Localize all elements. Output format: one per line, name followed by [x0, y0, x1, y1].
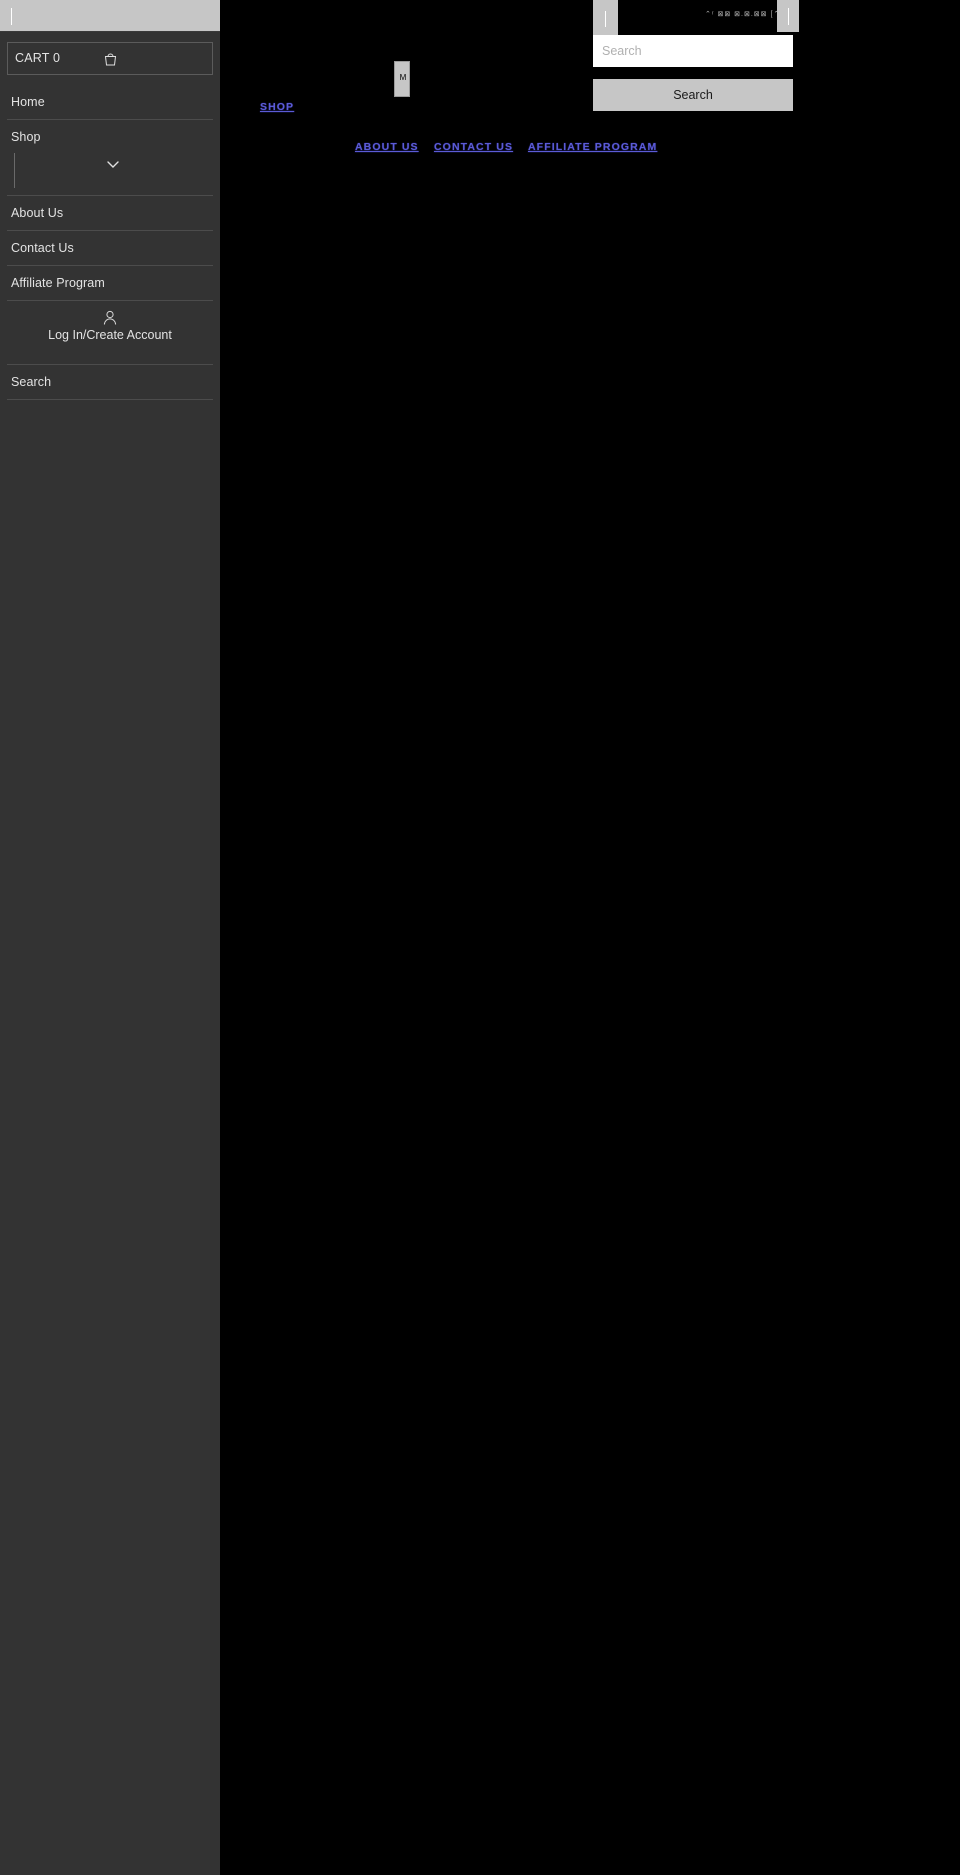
page-content: M SHOP ABOUT US CONTACT US AFFILIATE PRO…	[220, 0, 960, 1875]
cart-label: CART 0	[15, 51, 61, 65]
search-overlay-right-tab[interactable]	[777, 0, 799, 32]
sidebar-item-label: About Us	[11, 206, 64, 220]
sidebar-item-label: Shop	[11, 130, 41, 144]
text-cursor-icon	[605, 11, 606, 27]
page-link-affiliate-program[interactable]: AFFILIATE PROGRAM	[528, 141, 657, 153]
user-icon	[101, 309, 119, 327]
cart-button[interactable]: CART 0	[7, 42, 213, 75]
sidebar-item-label: Affiliate Program	[11, 276, 105, 290]
sidebar-item-label: Contact Us	[11, 241, 74, 255]
offcanvas-sidebar: CART 0 Home Shop About Us Contact Us Aff…	[0, 0, 220, 1875]
page-link-shop[interactable]: SHOP	[260, 101, 294, 113]
screen: CART 0 Home Shop About Us Contact Us Aff…	[0, 0, 960, 1875]
sidebar-item-label: Log In/Create Account	[48, 328, 172, 342]
submenu-rail	[14, 153, 15, 188]
search-overlay-tab[interactable]	[593, 0, 618, 40]
sidebar-item-search[interactable]: Search	[7, 365, 213, 400]
text-cursor-icon	[11, 8, 12, 25]
sidebar-item-affiliate-program[interactable]: Affiliate Program	[7, 266, 213, 301]
page-link-contact-us[interactable]: CONTACT US	[434, 141, 513, 153]
sidebar-item-label: Search	[11, 375, 52, 389]
mini-box-text: M	[399, 73, 407, 82]
sidebar-item-contact-us[interactable]: Contact Us	[7, 231, 213, 266]
sidebar-top-bar[interactable]	[0, 0, 220, 32]
chevron-down-icon[interactable]	[106, 156, 120, 168]
sidebar-item-label: Home	[11, 95, 45, 109]
search-button[interactable]: Search	[593, 79, 793, 111]
floating-mini-box[interactable]: M	[394, 61, 410, 97]
sidebar-nav-list: Home Shop About Us Contact Us Affiliate …	[0, 85, 220, 400]
sidebar-item-about-us[interactable]: About Us	[7, 196, 213, 231]
sidebar-item-log-in-create-account[interactable]: Log In/Create Account	[7, 309, 213, 365]
sidebar-item-home[interactable]: Home	[7, 85, 213, 120]
shopping-bag-icon	[102, 51, 119, 68]
text-cursor-icon	[788, 8, 789, 25]
search-input[interactable]	[593, 35, 793, 67]
sidebar-item-shop[interactable]: Shop	[7, 120, 213, 196]
page-link-about-us[interactable]: ABOUT US	[355, 141, 419, 153]
